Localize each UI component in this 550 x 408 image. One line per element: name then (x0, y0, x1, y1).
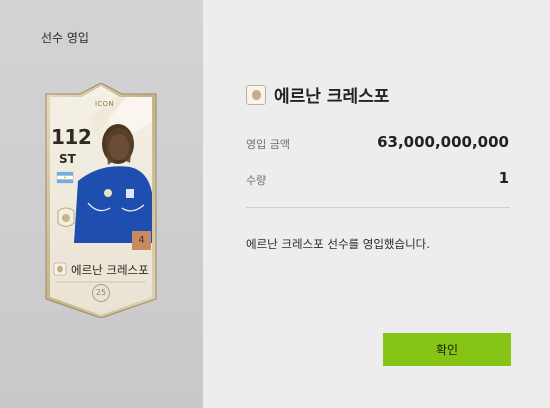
price-value: 63,000,000,000 (377, 133, 509, 151)
crest-icon (57, 207, 75, 227)
card-rating: 112 (51, 125, 92, 149)
dialog-title: 선수 영입 (41, 31, 89, 45)
player-header: 에르난 크레스포 (246, 82, 389, 107)
price-label: 영입 금액 (246, 138, 290, 151)
card-ovr-badge: 25 (92, 284, 110, 302)
card-type-label: ICON (95, 100, 114, 108)
card-player-name: 에르난 크레스포 (71, 263, 149, 277)
quantity-label: 수량 (246, 174, 267, 187)
season-icon (246, 84, 266, 105)
card-position: ST (59, 152, 76, 166)
result-message: 에르난 크레스포 선수를 영입했습니다. (246, 237, 430, 251)
argentina-flag-icon (56, 171, 74, 184)
player-name: 에르난 크레스포 (274, 87, 390, 107)
card-season-icon (53, 262, 67, 276)
recruit-dialog: 선수 영입 ICON 112 ST 4 에르난 크레스포 25 에르난 크레스포… (0, 0, 550, 408)
confirm-button[interactable]: 확인 (383, 333, 511, 366)
player-card: ICON 112 ST 4 에르난 크레스포 25 (44, 83, 158, 318)
quantity-value: 1 (498, 169, 509, 187)
card-level-badge: 4 (132, 231, 151, 250)
divider (246, 207, 510, 208)
